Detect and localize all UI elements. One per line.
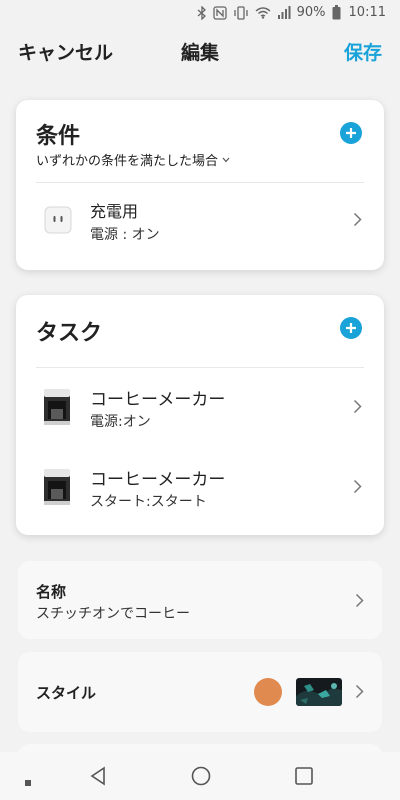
chevron-right-icon [355, 593, 364, 608]
status-bar: 90% 10:11 [0, 0, 400, 28]
match-mode-dropdown[interactable]: いずれかの条件を満たした場合 [36, 150, 230, 169]
plus-icon [346, 128, 356, 138]
chevron-right-icon [355, 684, 364, 699]
back-triangle-icon [90, 766, 105, 786]
battery-icon [332, 5, 341, 20]
add-task-button[interactable] [340, 317, 362, 339]
plus-icon [346, 323, 356, 333]
condition-title: 充電用 [90, 202, 139, 221]
task-item[interactable]: コーヒーメーカー 電源:オン [16, 377, 384, 439]
conditions-title: 条件 [36, 124, 81, 149]
coffee-maker-icon [38, 385, 76, 429]
chevron-right-icon [353, 212, 362, 227]
task-item[interactable]: コーヒーメーカー スタート:スタート [16, 457, 384, 519]
recents-button[interactable] [294, 766, 314, 790]
style-row[interactable]: スタイル [18, 652, 382, 732]
battery-percent: 90% [296, 5, 326, 20]
chevron-down-icon [222, 157, 230, 162]
system-nav-bar [0, 752, 400, 800]
conditions-card: 条件 いずれかの条件を満たした場合 充電用 電源 : オン [16, 100, 384, 270]
divider [36, 367, 364, 368]
back-button[interactable] [88, 766, 108, 790]
style-background-thumbnail [296, 678, 342, 706]
task-subtitle: スタート:スタート [90, 494, 207, 510]
divider [36, 182, 364, 183]
name-label: 名称 [36, 583, 67, 601]
vibrate-icon [233, 5, 249, 20]
clock: 10:11 [348, 5, 386, 20]
match-mode-label: いずれかの条件を満たした場合 [36, 154, 219, 169]
nfc-icon [212, 5, 227, 20]
chevron-right-icon [353, 399, 362, 414]
style-color-swatch [254, 678, 282, 706]
page-title: 編集 [180, 42, 219, 64]
tasks-card: タスク コーヒーメーカー 電源:オン コーヒーメーカー スタート:スタート [16, 295, 384, 535]
home-button[interactable] [191, 766, 211, 790]
add-condition-button[interactable] [340, 122, 362, 144]
chevron-right-icon [353, 479, 362, 494]
menu-dot-icon[interactable] [24, 772, 32, 791]
tasks-title: タスク [36, 321, 103, 346]
condition-subtitle: 電源 : オン [90, 227, 160, 243]
app-header: キャンセル 編集 保存 [0, 30, 400, 74]
signal-icon [277, 6, 291, 19]
wifi-icon [255, 6, 271, 19]
recents-square-icon [295, 767, 313, 785]
coffee-maker-icon [38, 465, 76, 509]
home-circle-icon [191, 766, 211, 786]
cancel-button[interactable]: キャンセル [18, 38, 113, 65]
task-title: コーヒーメーカー [90, 390, 226, 410]
save-button[interactable]: 保存 [344, 38, 382, 65]
name-value: スチッチオンでコーヒー [36, 606, 190, 622]
task-title: コーヒーメーカー [90, 470, 226, 490]
task-subtitle: 電源:オン [90, 414, 151, 430]
style-label: スタイル [36, 684, 97, 702]
name-row[interactable]: 名称 スチッチオンでコーヒー [18, 561, 382, 639]
bluetooth-icon [197, 5, 207, 20]
condition-item[interactable]: 充電用 電源 : オン [16, 190, 384, 252]
smart-plug-icon [40, 202, 76, 238]
